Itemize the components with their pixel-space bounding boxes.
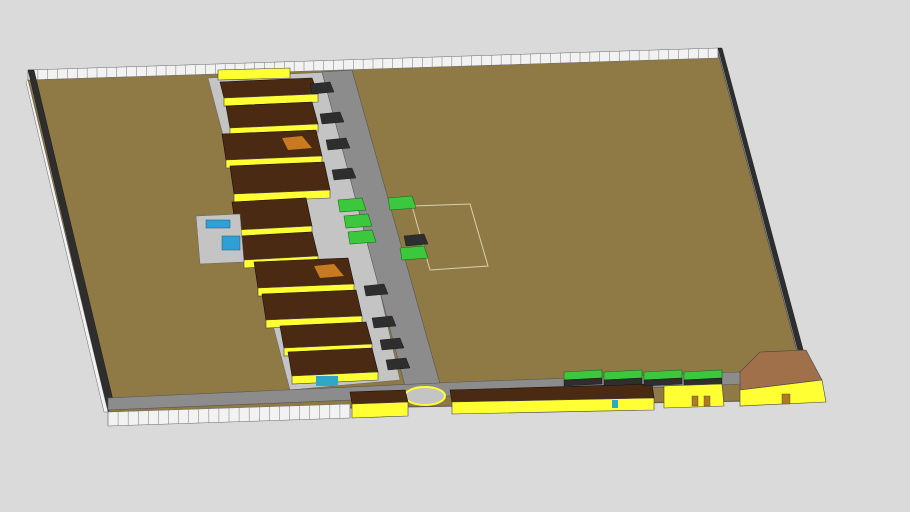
3d-viewport[interactable]: #ground { fill: #8f7a45; stroke: #555; s… (0, 0, 910, 512)
canopy (347, 229, 377, 245)
top-pavilion (217, 67, 291, 81)
carport (319, 111, 345, 125)
carport (331, 167, 357, 181)
canopy (343, 213, 373, 229)
house-door (316, 376, 338, 386)
house-roof (287, 347, 379, 377)
annex-door (691, 395, 699, 407)
carport (363, 283, 389, 297)
long-building-door (612, 400, 618, 408)
annex-door-2 (703, 395, 711, 407)
canopy (337, 197, 367, 213)
house-roof (279, 321, 373, 349)
canopy (399, 245, 429, 261)
house-roof (225, 101, 319, 129)
carport (403, 233, 429, 247)
carport (371, 315, 397, 329)
site-model[interactable]: #ground { fill: #8f7a45; stroke: #555; s… (0, 0, 910, 512)
carport (325, 137, 351, 151)
house-roof (229, 161, 331, 195)
house-roof (231, 197, 313, 231)
gatehouse-wall (351, 401, 409, 419)
canopy (387, 195, 417, 211)
carport (309, 81, 335, 95)
pool-small (205, 219, 231, 229)
hall-door (781, 393, 791, 405)
pool (221, 235, 241, 251)
gatehouse-roof (349, 389, 409, 405)
house-roof (261, 289, 363, 321)
house-roof (239, 231, 319, 261)
roundabout (404, 386, 446, 406)
carport (379, 337, 405, 351)
carport (385, 357, 411, 371)
